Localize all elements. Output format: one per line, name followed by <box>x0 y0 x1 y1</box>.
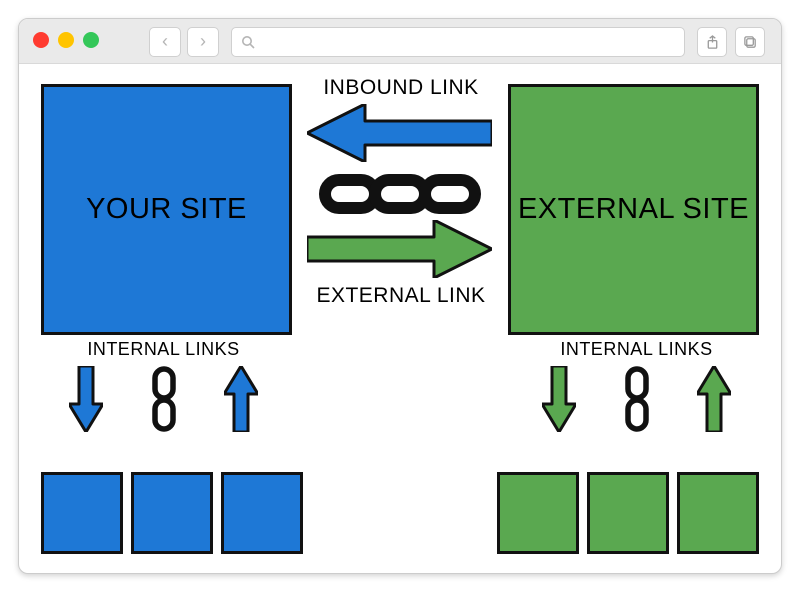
chain-small-icon <box>152 366 176 432</box>
arrow-down-icon <box>69 366 103 432</box>
external-site-subpages <box>497 472 759 554</box>
arrow-up-icon <box>224 366 258 432</box>
back-button[interactable]: ‹ <box>149 27 181 57</box>
internal-links-label-left: INTERNAL LINKS <box>41 339 286 360</box>
browser-titlebar: ‹ › <box>19 19 781 64</box>
subpage-box <box>221 472 303 554</box>
maximize-icon[interactable] <box>83 32 99 48</box>
internal-links-label-right: INTERNAL LINKS <box>514 339 759 360</box>
diagram: YOUR SITE EXTERNAL SITE INBOUND LINK EXT… <box>19 64 781 574</box>
your-site-label: YOUR SITE <box>86 193 247 226</box>
external-arrow-icon <box>307 220 492 278</box>
search-icon <box>240 34 256 50</box>
subpage-box <box>497 472 579 554</box>
close-icon[interactable] <box>33 32 49 48</box>
inbound-arrow-icon <box>307 104 492 162</box>
subpage-box <box>677 472 759 554</box>
window-controls <box>33 32 99 48</box>
address-bar[interactable] <box>231 27 685 57</box>
your-site-subpages <box>41 472 303 554</box>
subpage-box <box>41 472 123 554</box>
arrow-down-icon <box>542 366 576 432</box>
subpage-box <box>587 472 669 554</box>
external-link-label: EXTERNAL LINK <box>316 284 486 308</box>
minimize-icon[interactable] <box>58 32 74 48</box>
arrow-up-icon <box>697 366 731 432</box>
your-site-internal-arrows <box>41 364 286 434</box>
forward-button[interactable]: › <box>187 27 219 57</box>
tabs-button[interactable] <box>735 27 765 57</box>
chain-link-icon <box>319 172 481 216</box>
external-site-label: EXTERNAL SITE <box>518 193 749 226</box>
external-site-internal-arrows <box>514 364 759 434</box>
share-button[interactable] <box>697 27 727 57</box>
inbound-link-label: INBOUND LINK <box>316 76 486 100</box>
external-site-box: EXTERNAL SITE <box>508 84 759 335</box>
subpage-box <box>131 472 213 554</box>
your-site-box: YOUR SITE <box>41 84 292 335</box>
tabs-icon <box>743 35 758 50</box>
chain-small-icon <box>625 366 649 432</box>
browser-window: ‹ › YOUR SITE EXTERNAL SITE INBOUND LINK… <box>18 18 782 574</box>
share-icon <box>705 35 720 50</box>
